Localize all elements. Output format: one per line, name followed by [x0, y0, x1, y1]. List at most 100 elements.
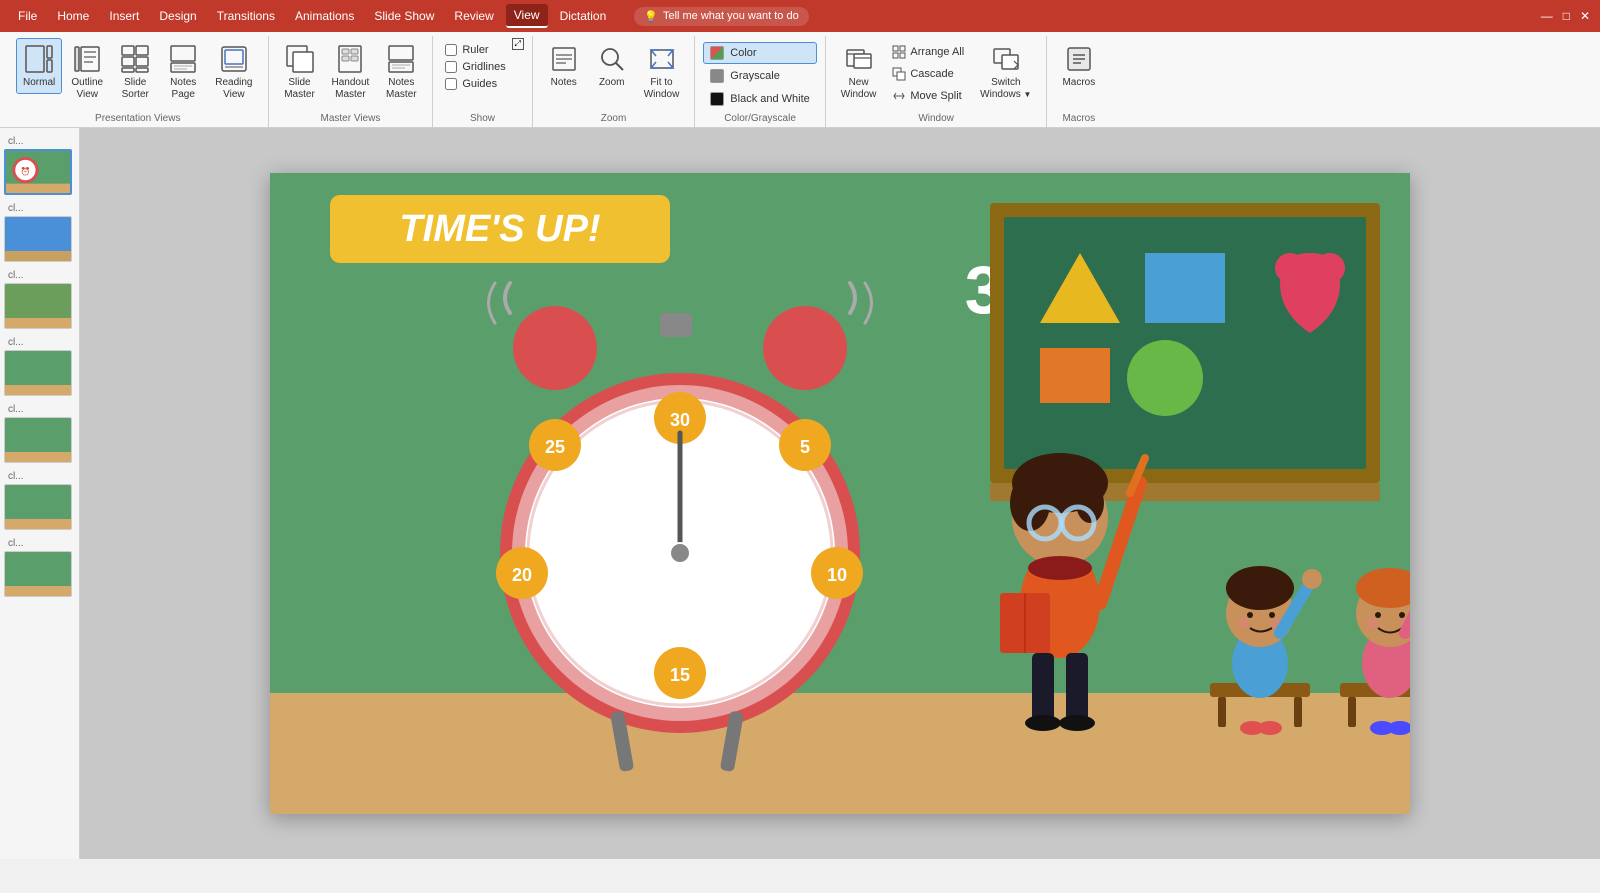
fit-window-icon	[646, 43, 678, 75]
group-label-master: Master Views	[277, 110, 425, 127]
window-controls: — □ ✕	[1541, 9, 1590, 23]
btn-macros[interactable]: Macros	[1055, 38, 1102, 94]
reading-view-label: ReadingView	[215, 77, 252, 101]
color-options-group: Color Grayscale Black and White	[703, 38, 816, 110]
new-window-icon	[843, 43, 875, 75]
menu-dictation[interactable]: Dictation	[552, 5, 615, 27]
group-label-show: Show	[441, 110, 523, 127]
slide-img-1[interactable]: ⏰	[4, 149, 72, 195]
fit-window-label: Fit toWindow	[644, 77, 680, 101]
slide-thumb-7: cl...	[4, 538, 75, 597]
close-btn[interactable]: ✕	[1580, 9, 1590, 23]
menu-home[interactable]: Home	[49, 5, 97, 27]
color-option-bw[interactable]: Black and White	[703, 88, 816, 110]
svg-text:20: 20	[512, 565, 532, 585]
maximize-btn[interactable]: □	[1563, 9, 1570, 23]
gridlines-checkbox[interactable]: Gridlines	[441, 59, 509, 75]
menu-animations[interactable]: Animations	[287, 5, 362, 27]
arrange-cascade-group: Arrange All Cascade Move Split	[885, 38, 971, 106]
btn-notes-master[interactable]: NotesMaster	[378, 38, 424, 106]
group-zoom: Notes Zoom Fit toWindow Zoom	[533, 36, 696, 127]
slide-panel: cl... ⏰ cl... cl... cl... cl...	[0, 128, 80, 859]
svg-text:TIME'S UP!: TIME'S UP!	[399, 208, 600, 250]
btn-normal[interactable]: Normal	[16, 38, 62, 94]
btn-notes[interactable]: Notes	[541, 38, 587, 94]
slide-thumb-4: cl...	[4, 337, 75, 396]
show-items: Ruler Gridlines Guides ⤢	[441, 38, 523, 110]
title-bar: File Home Insert Design Transitions Anim…	[0, 0, 1600, 32]
group-label-presentation: Presentation Views	[16, 110, 260, 127]
guides-checkbox[interactable]: Guides	[441, 76, 509, 92]
zoom-icon	[596, 43, 628, 75]
slide-img-4[interactable]	[4, 350, 72, 396]
bw-label: Black and White	[730, 93, 809, 105]
gridlines-label: Gridlines	[462, 61, 505, 73]
notes-btn-label: Notes	[551, 77, 577, 89]
group-show: Ruler Gridlines Guides ⤢ Show	[433, 36, 532, 127]
btn-cascade[interactable]: Cascade	[885, 64, 971, 84]
btn-switch-windows[interactable]: SwitchWindows ▼	[973, 38, 1038, 106]
window-items: NewWindow Arrange All Cascade Move Split	[834, 38, 1039, 110]
btn-slide-sorter[interactable]: SlideSorter	[112, 38, 158, 106]
tell-me-text: Tell me what you want to do	[663, 10, 799, 22]
tell-me-box[interactable]: 💡 Tell me what you want to do	[634, 7, 808, 26]
menu-file[interactable]: File	[10, 5, 45, 27]
slide-label-5: cl...	[4, 404, 75, 415]
master-views-items: SlideMaster HandoutMaster NotesMaster	[277, 38, 425, 110]
slide-label-1: cl...	[4, 136, 75, 147]
notes-master-label: NotesMaster	[386, 77, 417, 101]
btn-zoom[interactable]: Zoom	[589, 38, 635, 94]
btn-arrange-all[interactable]: Arrange All	[885, 42, 971, 62]
menu-view[interactable]: View	[506, 4, 548, 28]
minimize-btn[interactable]: —	[1541, 9, 1553, 23]
slide-master-label: SlideMaster	[284, 77, 315, 101]
menu-slideshow[interactable]: Slide Show	[366, 5, 442, 27]
slide-label-2: cl...	[4, 203, 75, 214]
btn-move-split[interactable]: Move Split	[885, 86, 971, 106]
slide-label-4: cl...	[4, 337, 75, 348]
slide-thumb-3: cl...	[4, 270, 75, 329]
move-split-label: Move Split	[910, 90, 961, 102]
menu-design[interactable]: Design	[151, 5, 204, 27]
grayscale-label: Grayscale	[730, 70, 780, 82]
color-swatch-color	[710, 46, 724, 60]
btn-slide-master[interactable]: SlideMaster	[277, 38, 323, 106]
btn-outline[interactable]: OutlineView	[64, 38, 110, 106]
gridlines-input[interactable]	[445, 61, 457, 73]
slide-img-7[interactable]	[4, 551, 72, 597]
slide-img-6[interactable]	[4, 484, 72, 530]
ruler-input[interactable]	[445, 44, 457, 56]
btn-reading-view[interactable]: ReadingView	[208, 38, 259, 106]
slide-sorter-icon	[119, 43, 151, 75]
color-option-grayscale[interactable]: Grayscale	[703, 65, 816, 87]
btn-fit-window[interactable]: Fit toWindow	[637, 38, 687, 106]
color-swatch-grayscale	[710, 69, 724, 83]
group-presentation-views: Normal OutlineView SlideSorter	[8, 36, 269, 127]
show-dialog-launcher[interactable]: ⤢	[512, 38, 524, 50]
macros-items: Macros	[1055, 38, 1102, 110]
ruler-label: Ruler	[462, 44, 488, 56]
slide-img-5[interactable]	[4, 417, 72, 463]
group-window: NewWindow Arrange All Cascade Move Split	[826, 36, 1048, 127]
guides-input[interactable]	[445, 78, 457, 90]
color-items: Color Grayscale Black and White	[703, 38, 816, 110]
slide-main[interactable]: TIME'S UP! TIME LIMIT: 30 seconds	[270, 173, 1410, 814]
zoom-btn-label: Zoom	[599, 77, 625, 89]
slide-img-3[interactable]	[4, 283, 72, 329]
svg-text:10: 10	[827, 565, 847, 585]
menu-transitions[interactable]: Transitions	[209, 5, 283, 27]
macros-label: Macros	[1062, 77, 1095, 89]
group-label-color: Color/Grayscale	[703, 110, 816, 127]
macros-icon	[1063, 43, 1095, 75]
slide-img-2[interactable]	[4, 216, 72, 262]
menu-review[interactable]: Review	[446, 5, 501, 27]
btn-handout-master[interactable]: HandoutMaster	[325, 38, 377, 106]
ruler-checkbox[interactable]: Ruler	[441, 42, 509, 58]
svg-text:25: 25	[545, 437, 565, 457]
group-color: Color Grayscale Black and White Color/Gr…	[695, 36, 825, 127]
color-option-color[interactable]: Color	[703, 42, 816, 64]
btn-new-window[interactable]: NewWindow	[834, 38, 884, 106]
menu-insert[interactable]: Insert	[101, 5, 147, 27]
btn-notes-page[interactable]: NotesPage	[160, 38, 206, 106]
svg-text:⏰: ⏰	[21, 166, 31, 176]
